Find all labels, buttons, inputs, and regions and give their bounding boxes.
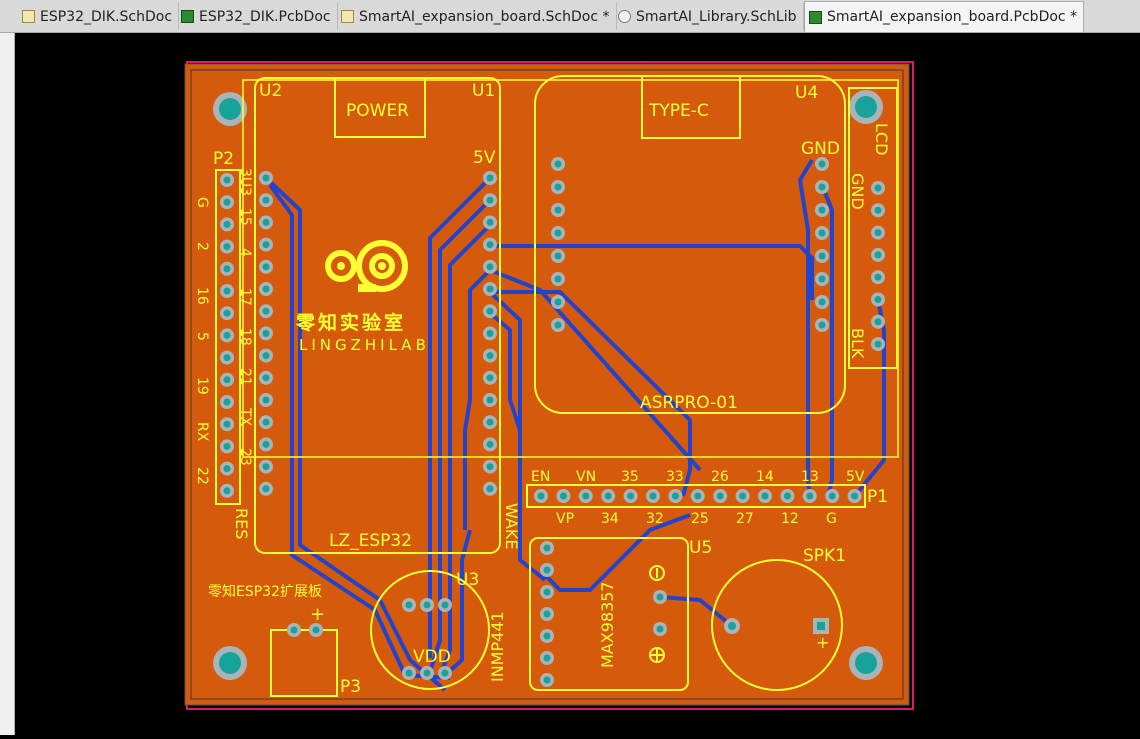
p2-inner-pin-label: 18 — [237, 328, 253, 346]
designator-u2: U2 — [259, 81, 282, 101]
designator-u3: U3 — [456, 570, 479, 590]
p2-inner-pin-label: 23 — [237, 448, 253, 466]
pcb-editor-canvas[interactable]: U2 U1 U4 U3 U5 P1 P2 P3 SPK1 POWER TYPE-… — [15, 33, 1140, 735]
res-label: RES — [232, 508, 251, 539]
schematic-doc-icon — [22, 10, 35, 23]
tab-label: ESP32_DIK.PcbDoc — [199, 8, 331, 25]
tab-label: SmartAI_expansion_board.PcbDoc * — [827, 9, 1078, 25]
max98357-label: MAX98357 — [598, 581, 617, 668]
designator-spk1: SPK1 — [803, 546, 846, 566]
p1-bottom-pin-label: 27 — [736, 511, 754, 527]
p1-top-pin-label: 35 — [621, 469, 639, 485]
p1-top-pin-label: 26 — [711, 469, 729, 485]
lz-esp32-label: LZ_ESP32 — [329, 531, 412, 551]
inmp441-label: INMP441 — [488, 611, 507, 682]
p1-bottom-pin-label: G — [826, 511, 837, 527]
p1-bottom-pin-label: VP — [556, 511, 574, 527]
p1-top-pin-label: VN — [576, 469, 596, 485]
p2-inner-pin-label: TX — [237, 407, 253, 427]
document-tab-bar: ESP32_DIK.SchDoc ESP32_DIK.PcbDoc SmartA… — [0, 0, 1140, 33]
mounting-hole — [213, 92, 247, 126]
pcb-doc-icon — [809, 10, 822, 24]
mounting-hole — [849, 90, 883, 124]
u1-5v-label: 5V — [473, 148, 496, 168]
panel-edge-strip — [0, 33, 15, 735]
p1-top-pin-label: 5V — [846, 469, 865, 485]
tab-smartai-library-schlib[interactable]: SmartAI_Library.SchLib — [614, 3, 804, 30]
tab-smartai-expansion-schdoc[interactable]: SmartAI_expansion_board.SchDoc * — [337, 3, 617, 30]
logo-english-text: LINGZHILAB — [299, 336, 430, 354]
designator-u5: U5 — [689, 538, 712, 558]
asrpro-label: ASRPRO-01 — [640, 393, 738, 413]
p1-bottom-pin-label: 25 — [691, 511, 709, 527]
board-chinese-title: 零知ESP32扩展板 — [208, 583, 322, 600]
schematic-doc-icon — [341, 10, 354, 23]
designator-p3: P3 — [340, 677, 361, 697]
p2-inner-pin-label: 3U3 — [237, 168, 253, 196]
mounting-hole — [849, 646, 883, 680]
p1-bottom-pin-label: 34 — [601, 511, 619, 527]
tab-esp32-dik-schdoc[interactable]: ESP32_DIK.SchDoc — [18, 3, 180, 30]
gnd-label: GND — [801, 139, 840, 159]
tab-label: SmartAI_expansion_board.SchDoc * — [359, 8, 610, 25]
lcd-label: LCD — [872, 123, 891, 155]
p2-outer-pin-label: G — [194, 197, 210, 208]
power-label: POWER — [346, 101, 409, 121]
p2-inner-pin-label: 15 — [237, 208, 253, 226]
gnd-label-2: GND — [848, 173, 867, 210]
wake-label: WAKE — [502, 503, 521, 550]
spk-plus-label: + — [816, 633, 829, 652]
type-c-label: TYPE-C — [648, 101, 709, 121]
tab-smartai-expansion-pcbdoc[interactable]: SmartAI_expansion_board.PcbDoc * — [804, 1, 1085, 32]
p2-inner-pin-label: 17 — [237, 288, 253, 306]
designator-u4: U4 — [795, 83, 818, 103]
p2-outer-pin-label: 22 — [194, 467, 210, 485]
p2-outer-pin-label: 5 — [194, 332, 210, 341]
p1-bottom-pin-label: 12 — [781, 511, 799, 527]
p2-outer-pin-label: 19 — [194, 377, 210, 395]
p1-top-pin-label: 13 — [801, 469, 819, 485]
designator-p1: P1 — [867, 487, 888, 507]
blk-label: BLK — [848, 328, 867, 359]
p1-top-pin-label: 33 — [666, 469, 684, 485]
p1-top-pin-label: EN — [531, 469, 550, 485]
tab-label: SmartAI_Library.SchLib — [636, 8, 797, 25]
p1-top-pin-label: 14 — [756, 469, 774, 485]
designator-p2: P2 — [213, 149, 234, 169]
schematic-library-icon — [618, 10, 631, 23]
p2-outer-pin-label: 2 — [194, 242, 210, 251]
p2-outer-pin-label: RX — [194, 422, 210, 442]
p2-inner-pin-label: 4 — [237, 248, 253, 257]
tab-label: ESP32_DIK.SchDoc — [40, 8, 173, 25]
vdd-label: VDD — [413, 647, 451, 667]
p1-bottom-pin-label: 32 — [646, 511, 664, 527]
designator-u1: U1 — [472, 81, 495, 101]
p2-outer-pin-label: 16 — [194, 287, 210, 305]
pcb-board-view: U2 U1 U4 U3 U5 P1 P2 P3 SPK1 POWER TYPE-… — [184, 61, 914, 710]
tab-esp32-dik-pcbdoc[interactable]: ESP32_DIK.PcbDoc — [177, 3, 338, 30]
logo-chinese-text: 零知实验室 — [295, 311, 406, 334]
p3-plus-label: + — [310, 604, 325, 625]
mounting-hole — [213, 646, 247, 680]
pcb-doc-icon — [181, 10, 194, 23]
p2-inner-pin-label: 21 — [237, 368, 253, 386]
